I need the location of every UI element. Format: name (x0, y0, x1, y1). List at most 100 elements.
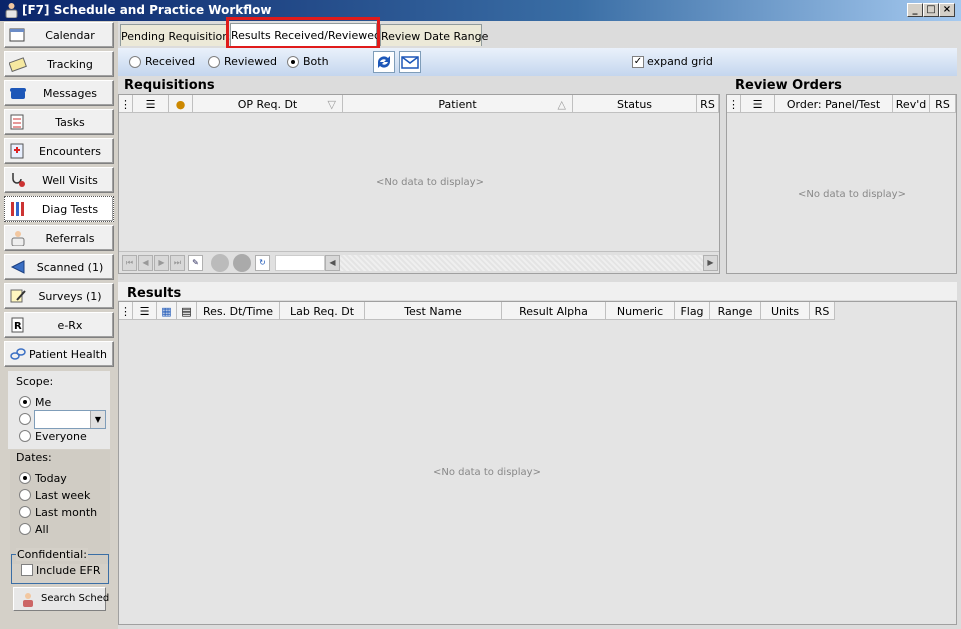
scope-everyone-radio[interactable] (19, 430, 31, 442)
review-orders-grid: ⋮ ☰ Order: Panel/Test Rev'd RS <No data … (726, 94, 957, 274)
review-orders-grid-header: ⋮ ☰ Order: Panel/Test Rev'd RS (727, 95, 956, 113)
nav-tracking-button[interactable]: Tracking (4, 51, 114, 77)
email-button[interactable] (399, 51, 421, 73)
footprints-icon (9, 57, 27, 72)
left-nav: Calendar Tracking Messages Tasks Encount… (0, 21, 118, 629)
requisitions-grid-header: ⋮ ☰ ● OP Req. Dt ▽ Patient △ Status RS (119, 95, 719, 113)
review-orders-empty-message: <No data to display> (798, 189, 906, 200)
include-efr-checkbox[interactable] (21, 564, 33, 576)
column-chooser-icon[interactable]: ☰ (133, 95, 169, 113)
nav-diag-tests-button[interactable]: Diag Tests (4, 196, 114, 222)
minimize-button[interactable]: _ (907, 3, 923, 17)
results-empty-message: <No data to display> (433, 467, 541, 478)
search-sched-button[interactable]: Search Sched (13, 587, 109, 611)
horizontal-scrollbar[interactable] (327, 255, 703, 271)
row-selector-icon[interactable]: ⋮ (727, 95, 741, 113)
tab-review-date-range[interactable]: Review Date Range (380, 24, 488, 46)
scope-provider-select[interactable]: ▼ (34, 410, 106, 429)
nav-surveys-button[interactable]: Surveys (1) (4, 283, 114, 309)
col-result-alpha[interactable]: Result Alpha (502, 302, 606, 320)
column-chooser-icon[interactable]: ☰ (741, 95, 775, 113)
chart-icon[interactable]: ▦ (157, 302, 177, 320)
col-res-dt-time[interactable]: Res. Dt/Time (197, 302, 280, 320)
test-tubes-icon (11, 202, 24, 216)
results-title: Results (127, 286, 182, 301)
medical-chart-icon (10, 143, 24, 159)
dates-last-week-label: Last week (35, 489, 91, 502)
col-numeric[interactable]: Numeric (606, 302, 675, 320)
scope-label: Scope: (16, 375, 54, 388)
scope-me-label: Me (35, 396, 52, 409)
col-patient[interactable]: Patient △ (343, 95, 573, 113)
checklist-icon (10, 114, 24, 130)
review-orders-title: Review Orders (735, 78, 842, 93)
nav-well-visits-button[interactable]: Well Visits (4, 167, 114, 193)
document-icon[interactable]: ▤ (177, 302, 197, 320)
person-icon[interactable]: ● (169, 95, 193, 113)
col-status[interactable]: Status (573, 95, 697, 113)
sort-ascending-icon[interactable]: △ (558, 98, 566, 111)
nav-patient-health-button[interactable]: Patient Health ... (4, 341, 114, 367)
confidential-label: Confidential: (16, 548, 88, 561)
col-order-panel-test[interactable]: Order: Panel/Test (775, 95, 893, 113)
prev-page-icon[interactable]: ◀ (138, 255, 153, 271)
col-flag[interactable]: Flag (675, 302, 710, 320)
col-op-req-dt[interactable]: OP Req. Dt ▽ (193, 95, 343, 113)
reviewed-label: Reviewed (224, 55, 277, 68)
col-range[interactable]: Range (710, 302, 761, 320)
col-rs[interactable]: RS (697, 95, 719, 113)
scroll-left-icon[interactable]: ◀ (325, 255, 340, 271)
nav-scanned-button[interactable]: Scanned (1) (4, 254, 114, 280)
col-revd[interactable]: Rev'd (893, 95, 930, 113)
nav-messages-button[interactable]: Messages (4, 80, 114, 106)
nav-encounters-button[interactable]: Encounters (4, 138, 114, 164)
expand-grid-checkbox[interactable]: ✓ (632, 56, 644, 68)
first-page-icon[interactable]: ⏮ (122, 255, 137, 271)
nav-tasks-button[interactable]: Tasks (4, 109, 114, 135)
dates-last-week-radio[interactable] (19, 489, 31, 501)
maximize-button[interactable]: □ (923, 3, 939, 17)
scope-everyone-label: Everyone (35, 430, 87, 443)
column-chooser-icon[interactable]: ☰ (133, 302, 157, 320)
window-titlebar[interactable]: [F7] Schedule and Practice Workflow _ □ … (0, 0, 961, 21)
dates-all-radio[interactable] (19, 523, 31, 535)
dates-last-month-radio[interactable] (19, 506, 31, 518)
scope-other-radio[interactable] (19, 413, 31, 425)
reviewed-radio[interactable] (208, 56, 220, 68)
pager-page-box[interactable] (275, 255, 325, 271)
col-test-name[interactable]: Test Name (365, 302, 502, 320)
chevron-down-icon[interactable]: ▼ (90, 411, 105, 428)
both-radio[interactable] (287, 56, 299, 68)
received-radio[interactable] (129, 56, 141, 68)
refresh-icon (378, 56, 390, 68)
tab-pending-requisitions[interactable]: Pending Requisitions (120, 24, 235, 46)
approve-check-icon[interactable] (211, 254, 229, 272)
close-button[interactable]: × (939, 3, 955, 17)
cancel-x-icon[interactable] (233, 254, 251, 272)
nav-calendar-button[interactable]: Calendar (4, 22, 114, 48)
both-label: Both (303, 55, 329, 68)
col-rs[interactable]: RS (810, 302, 835, 320)
col-lab-req-dt[interactable]: Lab Req. Dt (280, 302, 365, 320)
last-page-icon[interactable]: ⏭ (170, 255, 185, 271)
results-grid-header: ⋮ ☰ ▦ ▤ Res. Dt/Time Lab Req. Dt Test Na… (119, 302, 835, 320)
edit-pencil-icon[interactable]: ✎ (188, 255, 203, 271)
scope-me-radio[interactable] (19, 396, 31, 408)
filter-icon[interactable]: ▽ (328, 98, 336, 111)
nav-referrals-button[interactable]: Referrals (4, 225, 114, 251)
dates-last-month-label: Last month (35, 506, 98, 519)
envelope-icon (401, 56, 419, 69)
col-units[interactable]: Units (761, 302, 810, 320)
scroll-right-icon[interactable]: ▶ (703, 255, 718, 271)
stethoscope-icon (12, 173, 25, 187)
nav-erx-button[interactable]: R e-Rx (4, 312, 114, 338)
next-page-icon[interactable]: ▶ (154, 255, 169, 271)
refresh-button[interactable] (373, 51, 395, 73)
dates-label: Dates: (16, 451, 52, 464)
pager-refresh-icon[interactable]: ↻ (255, 255, 270, 271)
window-title: [F7] Schedule and Practice Workflow (22, 3, 272, 17)
row-selector-icon[interactable]: ⋮ (119, 302, 133, 320)
dates-today-radio[interactable] (19, 472, 31, 484)
row-selector-icon[interactable]: ⋮ (119, 95, 133, 113)
col-rs[interactable]: RS (930, 95, 956, 113)
